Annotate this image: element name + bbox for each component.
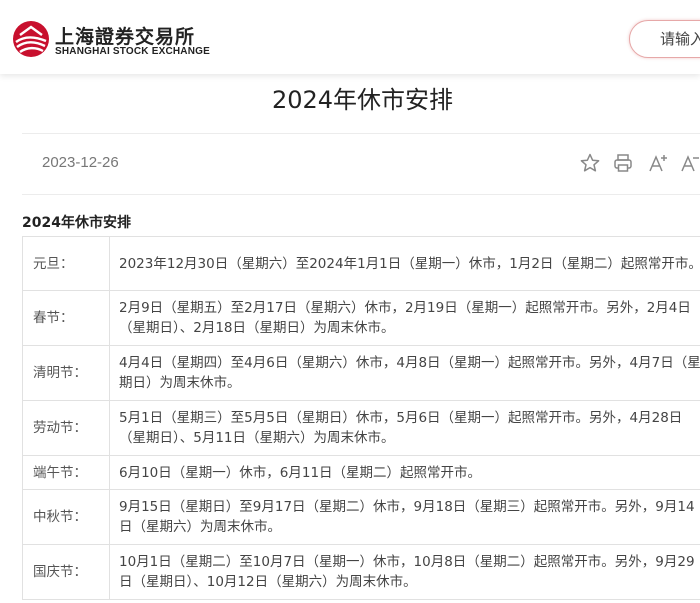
table-row: 国庆节： 10月1日（星期二）至10月7日（星期一）休市，10月8日（星期二）起… [22,544,700,600]
table-row: 劳动节： 5月1日（星期三）至5月5日（星期日）休市，5月6日（星期一）起照常开… [22,400,700,456]
holiday-name: 春节： [22,290,110,346]
section-heading: 2024年休市安排 [22,215,131,231]
logo-english-name: SHANGHAI STOCK EXCHANGE [55,46,210,57]
star-icon[interactable] [579,152,601,174]
holiday-detail: 5月1日（星期三）至5月5日（星期日）休市，5月6日（星期一）起照常开市。另外，… [109,400,700,456]
print-icon[interactable] [612,152,634,174]
holiday-name: 清明节： [22,345,110,401]
sse-logo-mark [13,21,49,57]
font-decrease-icon[interactable] [679,152,700,174]
table-row: 元旦： 2023年12月30日（星期六）至2024年1月1日（星期一）休市，1月… [22,236,700,291]
holiday-detail: 10月1日（星期二）至10月7日（星期一）休市，10月8日（星期二）起照常开市。… [109,544,700,600]
font-increase-icon[interactable] [647,152,669,174]
holiday-detail: 9月15日（星期日）至9月17日（星期二）休市，9月18日（星期三）起照常开市。… [109,489,700,545]
table-row: 清明节： 4月4日（星期四）至4月6日（星期六）休市，4月8日（星期一）起照常开… [22,345,700,401]
table-row: 端午节： 6月10日（星期一）休市，6月11日（星期二）起照常开市。 [22,455,700,490]
page-title: 2024年休市安排 [271,86,454,114]
table-row: 春节： 2月9日（星期五）至2月17日（星期六）休市，2月19日（星期一）起照常… [22,290,700,346]
search-input[interactable] [630,21,700,57]
holiday-name: 劳动节： [22,400,110,456]
site-header: 上海證券交易所 SHANGHAI STOCK EXCHANGE [0,0,700,74]
holiday-name: 端午节： [22,455,110,490]
holiday-name: 国庆节： [22,544,110,600]
holiday-detail: 2023年12月30日（星期六）至2024年1月1日（星期一）休市，1月2日（星… [109,236,700,291]
table-row: 中秋节： 9月15日（星期日）至9月17日（星期二）休市，9月18日（星期三）起… [22,489,700,545]
search-box[interactable] [629,20,700,58]
publish-date: 2023-12-26 [42,154,119,171]
holiday-detail: 2月9日（星期五）至2月17日（星期六）休市，2月19日（星期一）起照常开市。另… [109,290,700,346]
article-meta-bar: 2023-12-26 [22,133,700,195]
holiday-schedule-table: 元旦： 2023年12月30日（星期六）至2024年1月1日（星期一）休市，1月… [22,236,700,600]
holiday-detail: 6月10日（星期一）休市，6月11日（星期二）起照常开市。 [109,455,700,490]
holiday-name: 中秋节： [22,489,110,545]
logo-chinese-name: 上海證券交易所 [55,26,196,48]
sse-logo[interactable]: 上海證券交易所 SHANGHAI STOCK EXCHANGE [12,18,212,60]
holiday-name: 元旦： [22,236,110,291]
holiday-detail: 4月4日（星期四）至4月6日（星期六）休市，4月8日（星期一）起照常开市。另外，… [109,345,700,401]
